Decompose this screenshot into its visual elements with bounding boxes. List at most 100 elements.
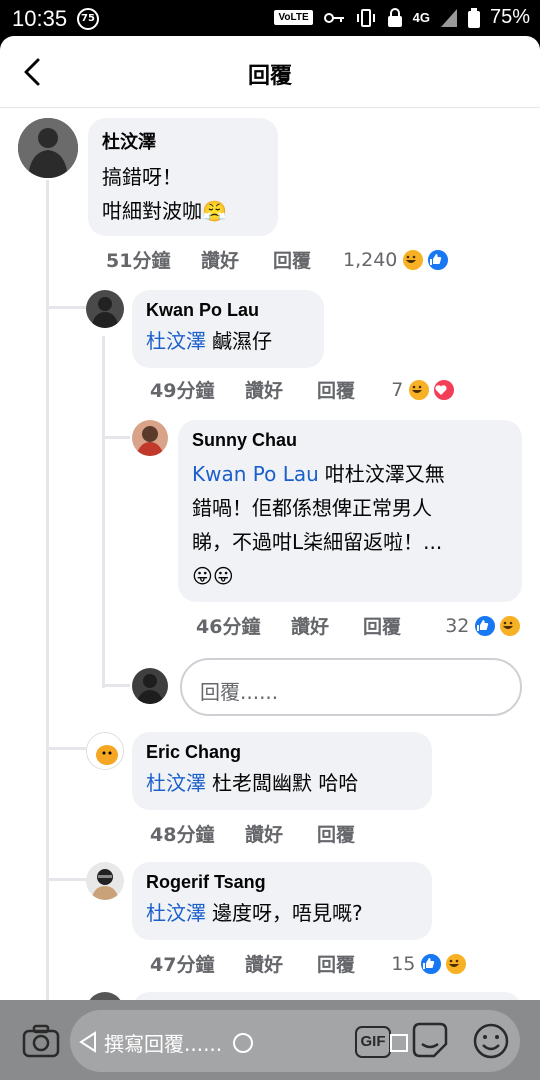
like-icon [473,613,498,638]
avatar[interactable] [132,420,168,456]
comment-time: 47分鐘 [150,954,215,976]
like-icon [426,247,451,272]
thread-line-nested [102,336,105,688]
thread-connector [46,878,86,881]
like-button[interactable]: 讚好 [245,376,317,403]
comment-line: 睇，不過咁L柒細留返啦！... [192,530,443,554]
like-button[interactable]: 讚好 [291,612,363,639]
camera-icon[interactable] [22,1024,60,1058]
comment-actions: 48分鐘 讚好 回覆 [150,820,410,847]
volte-label: VoLTE [274,10,313,25]
reactions[interactable] [401,247,451,272]
reaction-count[interactable]: 7 [391,379,403,401]
composer-bar: 撰寫回覆...... GIF [0,1000,540,1080]
comment-actions: 47分鐘 讚好 回覆 15 [150,950,468,977]
comment-text: Kwan Po Lau 咁杜汶澤又無 [192,457,508,491]
emoji-icon[interactable] [472,1022,510,1060]
comment-actions: 51分鐘 讚好 回覆 1,240 [106,246,451,273]
comment-bubble[interactable]: Rogerif Tsang 杜汶澤 邊度呀，唔見嘅? [132,862,432,940]
haha-icon [407,377,432,402]
comment-line: 咁杜汶澤又無 [324,462,445,486]
status-icons: VoLTE 4G 75% [274,6,530,29]
notification-badge: 75 [77,8,99,30]
status-bar: 10:35 75 VoLTE 4G 75% [0,0,540,38]
comment-bubble[interactable]: 杜汶澤 搞錯呀！ 咁細對波咖😤 [88,118,278,236]
avatar[interactable] [86,732,124,770]
network-type: 4G [412,10,430,25]
reactions[interactable] [473,613,522,638]
reply-input[interactable]: 回覆...... [180,658,522,716]
mention-link[interactable]: Kwan Po Lau [192,462,319,486]
battery-level: 75% [489,6,530,28]
comment-body: 杜老闆幽默 哈哈 [212,771,359,795]
page-title: 回覆 [247,64,292,89]
status-time: 10:35 [12,6,68,31]
comment-time: 48分鐘 [150,824,215,846]
reaction-count[interactable]: 32 [445,615,469,637]
emoji: 😛😛 [192,564,234,588]
reactions[interactable] [407,377,456,402]
like-button[interactable]: 讚好 [245,950,317,977]
avatar[interactable] [18,118,78,178]
replies-sheet: 回覆 杜汶澤 搞錯呀！ 咁細對波咖😤 51分鐘 讚好 回覆 1,240 Kwan… [0,36,540,1080]
like-button[interactable]: 讚好 [245,820,317,847]
person-photo [18,118,78,178]
person-photo [132,668,168,704]
comment-bubble[interactable]: Sunny Chau Kwan Po Lau 咁杜汶澤又無 錯喎！佢都係想俾正常男… [178,420,522,602]
comment-author[interactable]: Kwan Po Lau [146,300,310,321]
nav-back-icon[interactable] [78,1031,98,1053]
vibrate-icon [356,8,375,27]
haha-icon [498,613,522,638]
comment-time: 51分鐘 [106,250,171,272]
comment-line: 錯喎！佢都係想俾正常男人 [192,496,432,520]
comment-body: 鹹濕仔 [212,329,272,353]
avatar[interactable] [86,290,124,328]
reply-button[interactable]: 回覆 [363,612,433,639]
gif-button[interactable]: GIF [355,1026,391,1058]
thread-connector [46,306,86,309]
reaction-count[interactable]: 1,240 [343,249,397,271]
thread-connector [102,436,130,439]
reaction-count[interactable]: 15 [391,953,415,975]
comment-text: 杜汶澤 邊度呀，唔見嘅? [146,899,418,927]
nav-home-icon[interactable] [232,1032,254,1054]
reply-button[interactable]: 回覆 [317,820,387,847]
haha-icon [444,951,468,976]
comment-bubble[interactable]: Kwan Po Lau 杜汶澤 鹹濕仔 [132,290,324,368]
comment-author[interactable]: Sunny Chau [192,430,508,451]
comment-line: 搞錯呀！ [102,165,182,189]
person-photo [86,862,124,900]
thread-connector [46,747,86,750]
comment-author[interactable]: Rogerif Tsang [146,872,418,893]
comment-text: 杜汶澤 杜老闆幽默 哈哈 [146,769,418,797]
avatar[interactable] [86,862,124,900]
love-icon [432,377,456,402]
comment-time: 46分鐘 [196,616,261,638]
header: 回覆 [0,36,540,108]
battery-icon [467,7,480,28]
comment-line: 咁細對波咖 [102,199,202,223]
comment-author[interactable]: 杜汶澤 [102,128,264,154]
haha-icon [401,247,426,272]
mention-link[interactable]: 杜汶澤 [146,901,206,925]
comment-author[interactable]: Eric Chang [146,742,418,763]
mention-link[interactable]: 杜汶澤 [146,771,206,795]
comment-line-with-emoji: 咁細對波咖😤 [102,194,264,228]
thread-connector [102,684,130,687]
reply-button[interactable]: 回覆 [273,246,343,273]
like-button[interactable]: 讚好 [201,246,273,273]
reply-button[interactable]: 回覆 [317,376,387,403]
like-icon [419,951,444,976]
key-icon [323,12,344,23]
signal-icon [440,8,457,27]
mention-link[interactable]: 杜汶澤 [146,329,206,353]
sticker-icon[interactable] [410,1020,450,1060]
comment-body: 邊度呀，唔見嘅? [212,901,363,925]
thread-line-main [46,180,49,1080]
composer-input[interactable]: 撰寫回覆...... [104,1028,222,1057]
comment-bubble[interactable]: Eric Chang 杜汶澤 杜老闆幽默 哈哈 [132,732,432,810]
reactions[interactable] [419,951,468,976]
person-photo [132,420,168,456]
nav-recents-icon[interactable] [390,1034,408,1052]
reply-button[interactable]: 回覆 [317,950,387,977]
